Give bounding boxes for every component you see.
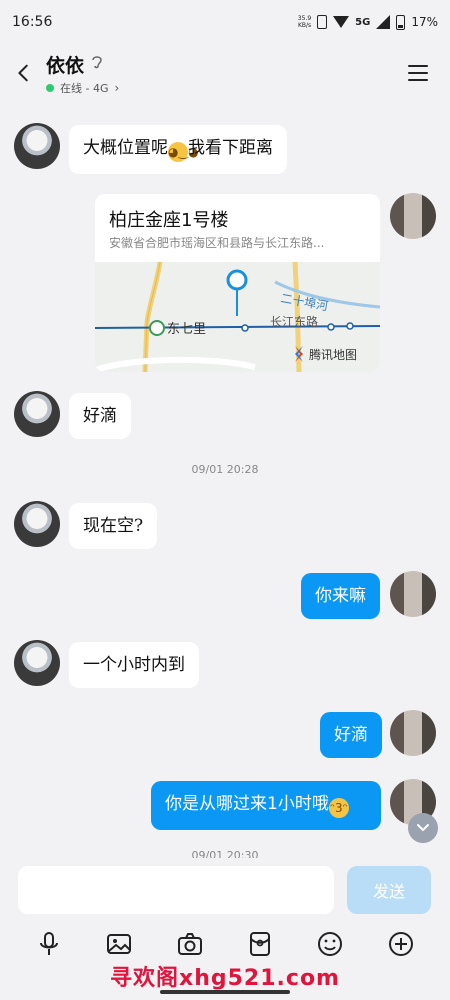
location-address: 安徽省合肥市瑶海区和县路与长江东路... [109, 236, 325, 250]
map-label-station: 东七里 [167, 322, 206, 337]
online-dot-icon [46, 83, 54, 92]
ear-icon [90, 54, 104, 74]
map-provider: 腾讯地图 [309, 347, 357, 362]
message-bubble-outgoing[interactable]: 你来嘛 [301, 573, 380, 619]
message-text-continued: 我看下距离 [188, 138, 273, 158]
message-text: 好滴 [83, 406, 117, 426]
back-button[interactable] [2, 51, 46, 95]
message-text: 大概位置呢 [83, 138, 168, 158]
message-text: 好滴 [334, 725, 368, 745]
location-title: 柏庄金座1号楼 [109, 210, 229, 231]
chat-header: 依依 在线 - 4G › [0, 44, 450, 102]
more-menu-button[interactable] [396, 51, 440, 95]
camera-button[interactable] [174, 928, 206, 960]
chevron-left-icon [18, 64, 28, 82]
message-text: 你来嘛 [315, 586, 366, 606]
microphone-icon [40, 932, 59, 955]
contact-avatar[interactable] [14, 501, 60, 547]
signal-icon [376, 15, 391, 29]
laughing-emoji-icon: ◕‿◕ [168, 142, 199, 162]
message-bubble-outgoing[interactable]: 好滴 [320, 712, 382, 758]
contact-name: 依依 [46, 54, 85, 77]
plus-icon [388, 932, 413, 956]
message-text: 一个小时内到 [83, 655, 185, 675]
wifi-icon [333, 16, 350, 28]
sim-icon [317, 15, 328, 29]
my-avatar[interactable] [390, 571, 436, 617]
message-bubble-incoming[interactable]: 好滴 [69, 393, 131, 439]
my-avatar[interactable] [390, 193, 436, 239]
message-bubble-incoming[interactable]: 一个小时内到 [69, 642, 199, 688]
send-button[interactable]: 发送 [347, 866, 431, 914]
my-avatar[interactable] [390, 710, 436, 756]
status-time: 16:56 [12, 14, 53, 30]
scroll-to-bottom-button[interactable] [408, 813, 438, 843]
chevron-down-icon [417, 824, 429, 832]
message-bubble-incoming[interactable]: 现在空? [69, 503, 158, 549]
menu-line [408, 72, 428, 74]
battery-icon [396, 14, 406, 30]
battery-level: 17% [411, 15, 438, 29]
menu-line [408, 79, 428, 81]
camera-icon [177, 933, 202, 955]
image-icon [107, 934, 132, 954]
contact-avatar[interactable] [14, 640, 60, 686]
network-type: 5G [355, 16, 371, 28]
net-speed-value: 35.9 [297, 15, 312, 22]
voice-button[interactable] [33, 928, 65, 960]
menu-line [408, 65, 428, 67]
status-bar: 16:56 35.9 KB/s 5G 17% [0, 0, 450, 44]
net-speed-unit: KB/s [297, 22, 312, 29]
presence-status[interactable]: 在线 - 4G › [46, 80, 119, 96]
watermark: 寻欢阁xhg521.com [110, 966, 340, 991]
composer-toolbar [0, 926, 450, 962]
contact-avatar[interactable] [14, 391, 60, 437]
emoji-button[interactable] [314, 928, 346, 960]
map-image: 东七里 长江东路 二十埠河 腾讯地图 [95, 262, 380, 372]
message-input[interactable] [18, 866, 334, 914]
chevron-right-icon: › [114, 80, 120, 95]
kissing-emoji-icon: ᵔ3ᵔ [328, 798, 349, 818]
location-map[interactable]: 东七里 长江东路 二十埠河 腾讯地图 [95, 262, 380, 372]
contact-info[interactable]: 依依 在线 - 4G › [46, 51, 119, 96]
status-icons: 35.9 KB/s 5G 17% [298, 14, 438, 30]
emoji-icon [318, 932, 343, 956]
message-timestamp: 09/01 20:28 [191, 463, 259, 476]
more-options-button[interactable] [385, 928, 417, 960]
message-bubble-incoming[interactable]: 大概位置呢◕‿◕我看下距离 [69, 125, 287, 174]
red-packet-button[interactable] [244, 928, 276, 960]
net-speed: 35.9 KB/s [298, 15, 311, 29]
red-packet-icon [250, 932, 271, 956]
message-text: 你是从哪过来1小时哦 [165, 794, 329, 814]
contact-avatar[interactable] [14, 123, 60, 169]
image-button[interactable] [103, 928, 135, 960]
home-indicator[interactable] [160, 990, 290, 994]
message-text: 现在空? [83, 516, 144, 536]
map-label-road: 长江东路 [270, 314, 318, 329]
message-bubble-outgoing[interactable]: 你是从哪过来1小时哦ᵔ3ᵔ [151, 781, 381, 830]
presence-text: 在线 - 4G [60, 81, 109, 95]
location-card[interactable]: 柏庄金座1号楼 安徽省合肥市瑶海区和县路与长江东路... 东七里 长江东路 二十… [95, 194, 380, 372]
